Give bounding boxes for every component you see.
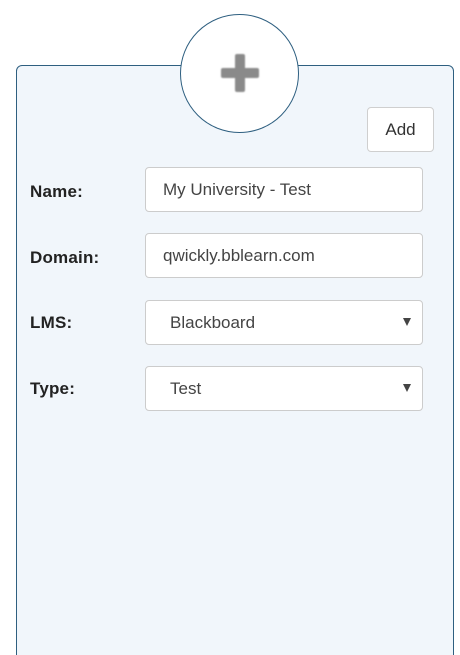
domain-input[interactable]: qwickly.bblearn.com <box>145 233 423 278</box>
add-circle-button[interactable] <box>180 14 299 133</box>
page: Add Name: My University - Test Domain: q… <box>0 0 460 655</box>
lms-select-value: Blackboard <box>170 312 256 332</box>
add-button[interactable]: Add <box>367 107 434 152</box>
type-select[interactable]: Test <box>145 366 423 411</box>
plus-icon <box>220 53 260 93</box>
lms-select[interactable]: Blackboard <box>145 300 423 345</box>
name-label: Name: <box>30 182 83 201</box>
domain-label: Domain: <box>30 248 100 267</box>
chevron-down-icon <box>403 384 411 392</box>
name-input[interactable]: My University - Test <box>145 167 423 212</box>
institution-card <box>16 65 454 655</box>
type-select-value: Test <box>170 378 202 398</box>
chevron-down-icon <box>403 318 411 326</box>
lms-label: LMS: <box>30 313 73 332</box>
type-label: Type: <box>30 379 76 398</box>
